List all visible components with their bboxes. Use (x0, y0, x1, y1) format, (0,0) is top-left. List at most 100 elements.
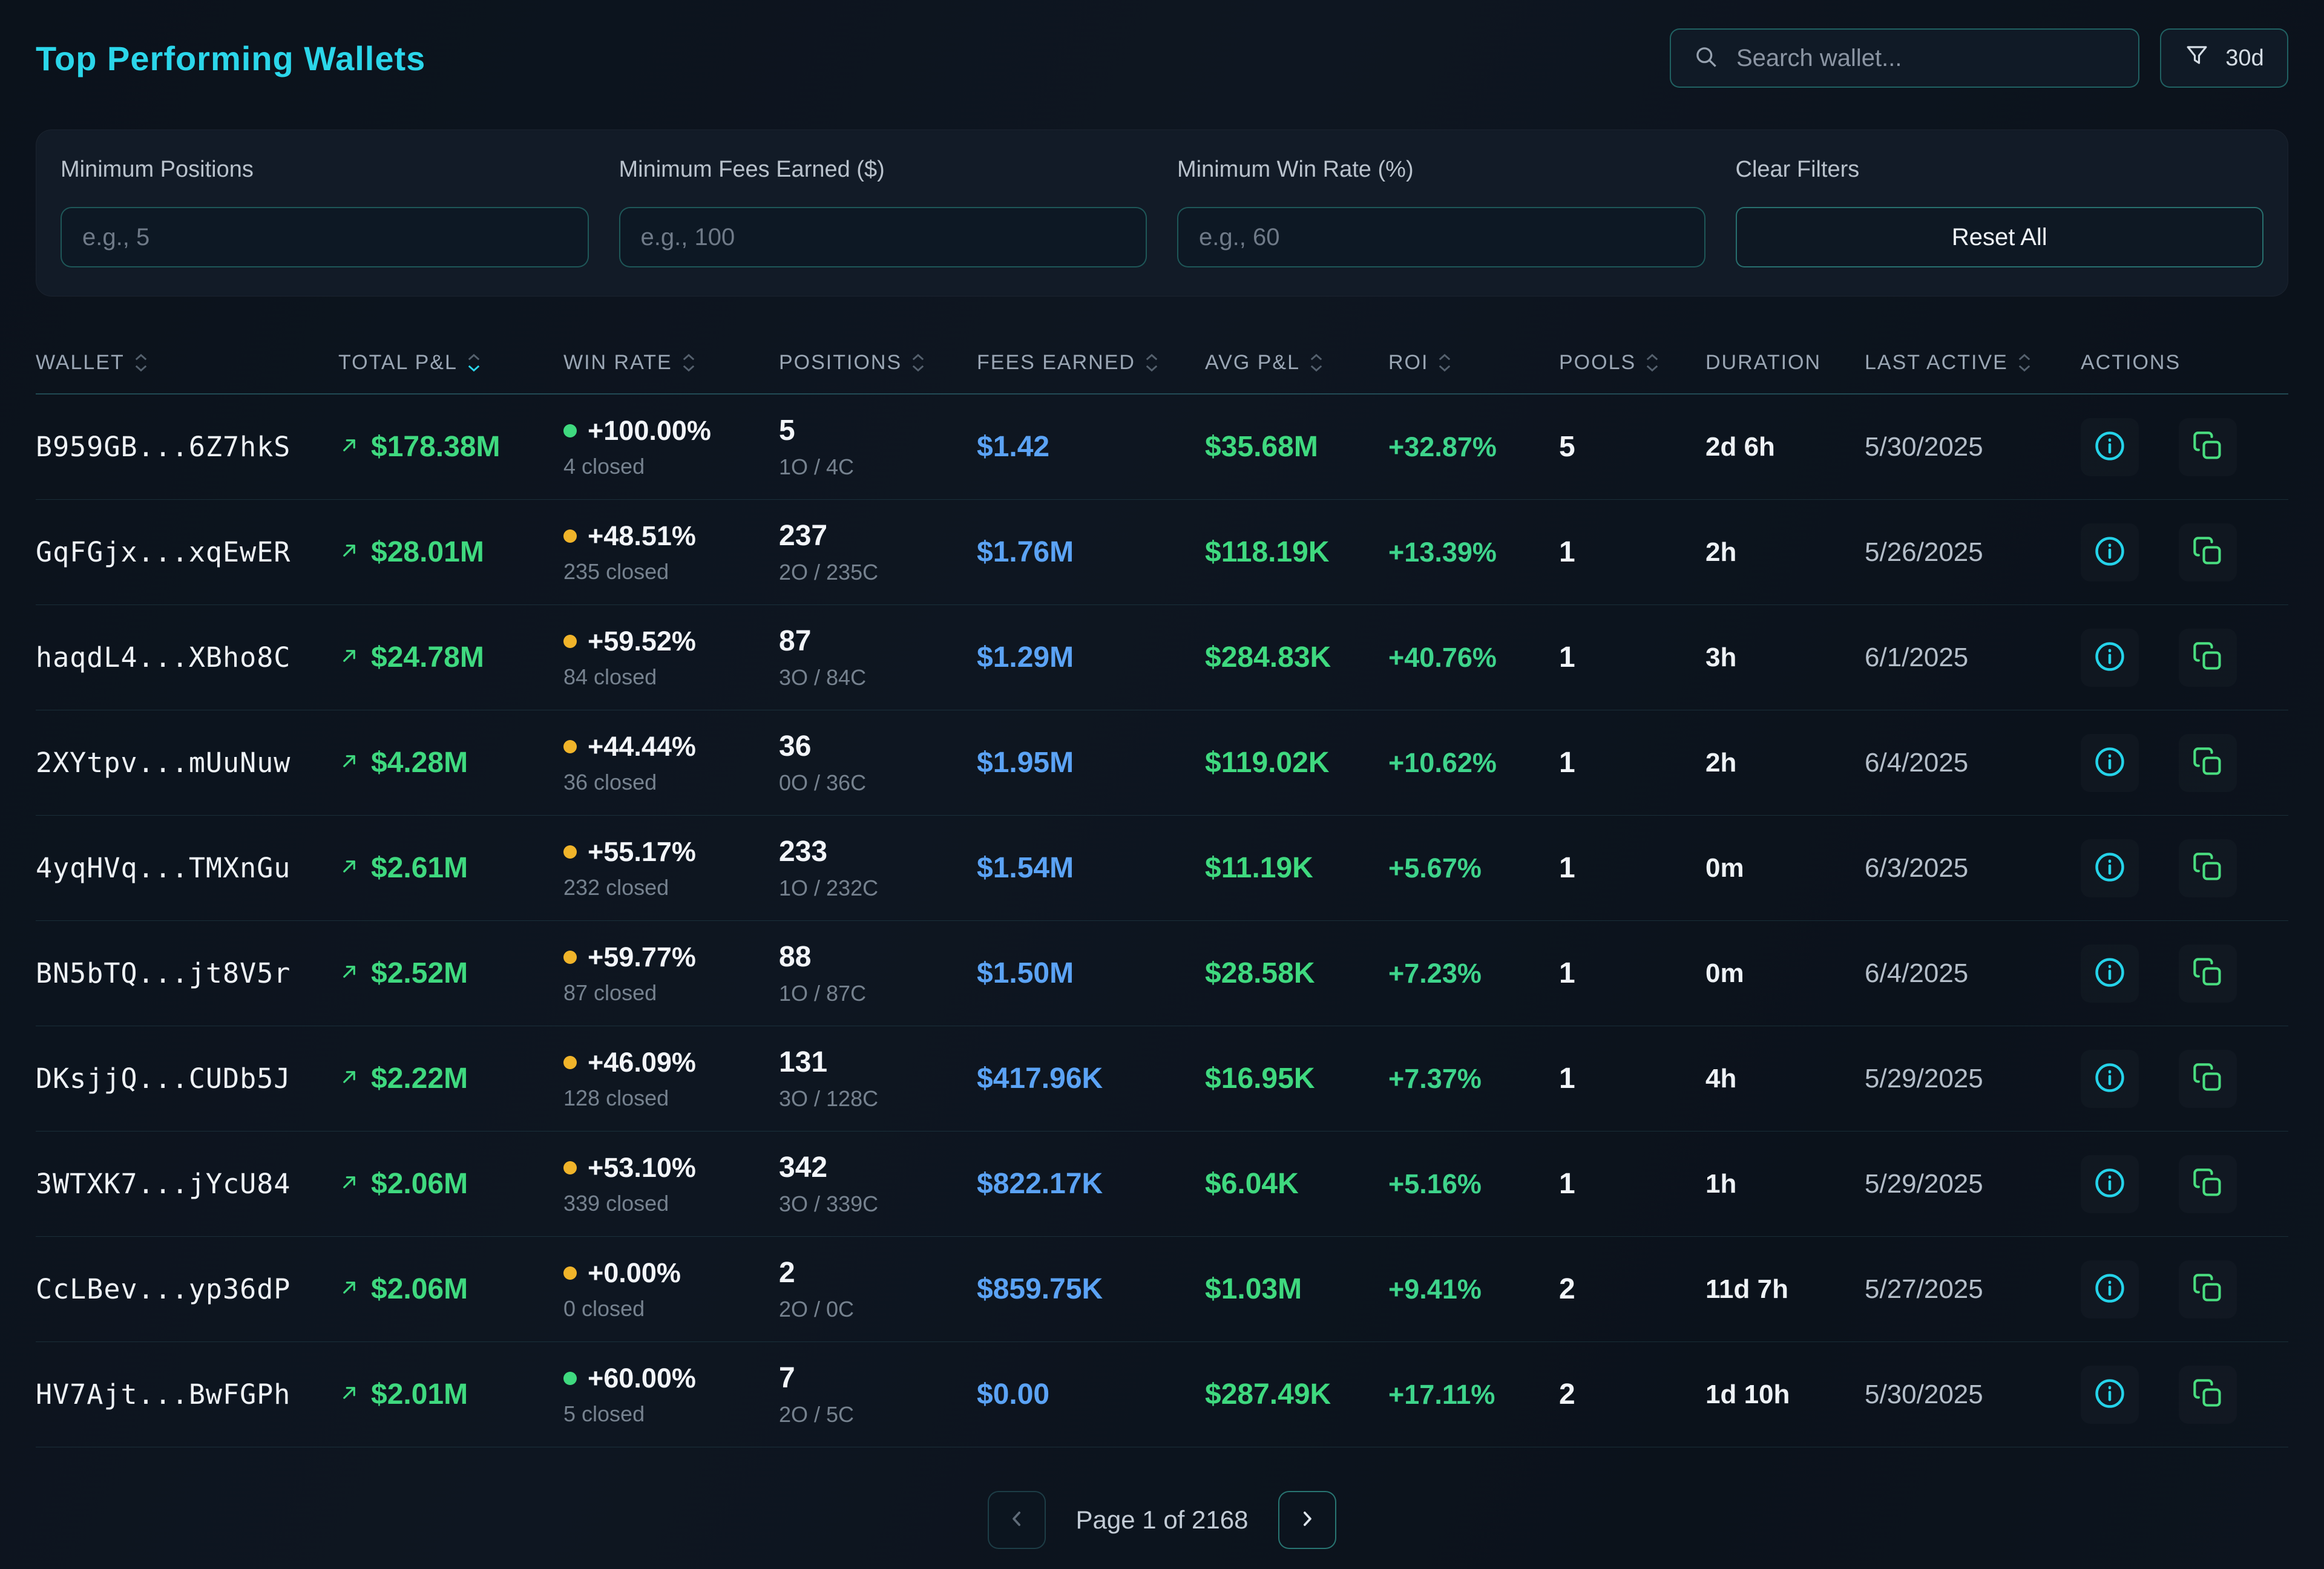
info-button[interactable] (2081, 629, 2139, 687)
column-header[interactable]: ROI (1388, 351, 1559, 375)
topbar: Top Performing Wallets 30d (36, 28, 2288, 88)
info-button[interactable] (2081, 1155, 2139, 1213)
sort-arrows[interactable] (1310, 353, 1323, 372)
copy-button[interactable] (2179, 418, 2237, 476)
table-row[interactable]: CcLBev...yp36dP $2.06M +0.00% (36, 1237, 2288, 1342)
last-active-date: 5/30/2025 (1865, 1380, 2081, 1410)
wallet-address[interactable]: CcLBev...yp36dP (36, 1273, 338, 1305)
copy-button[interactable] (2179, 1155, 2237, 1213)
table-body: B959GB...6Z7hkS $178.38M +100.00% (36, 395, 2288, 1447)
wallet-address[interactable]: 4yqHVq...TMXnGu (36, 852, 338, 884)
total-pnl-cell: $2.01M (338, 1378, 563, 1411)
copy-button[interactable] (2179, 523, 2237, 581)
win-rate-value: +44.44% (588, 731, 696, 762)
column-header[interactable]: ACTIONS (2081, 351, 2288, 375)
column-header[interactable]: WALLET (36, 351, 338, 375)
table-row[interactable]: 2XYtpv...mUuNuw $4.28M +44.44% (36, 710, 2288, 816)
column-header-label: POSITIONS (779, 351, 902, 375)
column-header[interactable]: LAST ACTIVE (1865, 351, 2081, 375)
wallet-address[interactable]: DKsjjQ...CUDb5J (36, 1063, 338, 1095)
positions-cell: 131 3O / 128C (779, 1046, 977, 1112)
info-button[interactable] (2081, 1050, 2139, 1108)
positions-count: 131 (779, 1046, 977, 1079)
copy-button[interactable] (2179, 839, 2237, 897)
column-header[interactable]: POOLS (1559, 351, 1705, 375)
table-row[interactable]: B959GB...6Z7hkS $178.38M +100.00% (36, 395, 2288, 500)
sort-arrows[interactable] (467, 353, 481, 372)
sort-desc-icon (1310, 364, 1323, 372)
sort-arrows[interactable] (682, 353, 695, 372)
copy-button[interactable] (2179, 1050, 2237, 1108)
table-row[interactable]: 4yqHVq...TMXnGu $2.61M +55.17% (36, 816, 2288, 921)
wallet-address[interactable]: B959GB...6Z7hkS (36, 431, 338, 463)
win-rate-value: +48.51% (588, 520, 696, 552)
wallet-address[interactable]: BN5bTQ...jt8V5r (36, 957, 338, 989)
win-rate-cell: +55.17% 232 closed (563, 836, 779, 900)
min-fees-input[interactable] (619, 207, 1147, 267)
sort-asc-icon (682, 353, 695, 361)
column-header[interactable]: FEES EARNED (977, 351, 1205, 375)
wallet-address[interactable]: haqdL4...XBho8C (36, 641, 338, 673)
trend-up-icon (338, 1171, 360, 1196)
reset-all-button[interactable]: Reset All (1736, 207, 2264, 267)
search-box[interactable] (1670, 28, 2139, 88)
sort-arrows[interactable] (2018, 353, 2031, 372)
info-button[interactable] (2081, 945, 2139, 1003)
column-header[interactable]: WIN RATE (563, 351, 779, 375)
sort-asc-icon (1646, 353, 1659, 361)
min-winrate-input[interactable] (1177, 207, 1705, 267)
info-icon (2093, 429, 2127, 465)
table-row[interactable]: GqFGjx...xqEwER $28.01M +48.51% (36, 500, 2288, 605)
trend-up-icon (338, 1277, 360, 1302)
win-rate-cell: +0.00% 0 closed (563, 1257, 779, 1322)
win-rate-cell: +48.51% 235 closed (563, 520, 779, 585)
column-header[interactable]: DURATION (1705, 351, 1865, 375)
next-page-button[interactable] (1278, 1491, 1336, 1549)
column-header[interactable]: POSITIONS (779, 351, 977, 375)
win-rate-status-dot (563, 1056, 577, 1069)
info-button[interactable] (2081, 839, 2139, 897)
min-positions-input[interactable] (61, 207, 589, 267)
info-button[interactable] (2081, 523, 2139, 581)
copy-button[interactable] (2179, 734, 2237, 792)
table-row[interactable]: HV7Ajt...BwFGPh $2.01M +60.00% (36, 1342, 2288, 1447)
positions-open-closed: 3O / 84C (779, 665, 977, 690)
wallet-address[interactable]: GqFGjx...xqEwER (36, 536, 338, 568)
last-active-date: 6/4/2025 (1865, 958, 2081, 989)
copy-button[interactable] (2179, 629, 2237, 687)
table-row[interactable]: BN5bTQ...jt8V5r $2.52M +59.77% (36, 921, 2288, 1026)
copy-button[interactable] (2179, 945, 2237, 1003)
column-header[interactable]: AVG P&L (1205, 351, 1388, 375)
table-row[interactable]: DKsjjQ...CUDb5J $2.22M +46.09% (36, 1026, 2288, 1132)
table-row[interactable]: haqdL4...XBho8C $24.78M +59.52% (36, 605, 2288, 710)
search-input[interactable] (1736, 45, 2116, 72)
column-header[interactable]: TOTAL P&L (338, 351, 563, 375)
info-button[interactable] (2081, 1366, 2139, 1424)
copy-button[interactable] (2179, 1366, 2237, 1424)
prev-page-button[interactable] (988, 1491, 1046, 1549)
top-performing-wallets-page: Top Performing Wallets 30d (0, 0, 2324, 1569)
fees-earned-value: $1.95M (977, 746, 1205, 779)
info-button[interactable] (2081, 1260, 2139, 1318)
wallet-address[interactable]: 3WTXK7...jYcU84 (36, 1168, 338, 1200)
time-range-filter-button[interactable]: 30d (2160, 28, 2288, 88)
positions-open-closed: 2O / 5C (779, 1402, 977, 1427)
sort-arrows[interactable] (1145, 353, 1158, 372)
actions-cell (2081, 629, 2288, 687)
table-row[interactable]: 3WTXK7...jYcU84 $2.06M +53.10% (36, 1132, 2288, 1237)
copy-button[interactable] (2179, 1260, 2237, 1318)
wallet-address[interactable]: 2XYtpv...mUuNuw (36, 747, 338, 779)
duration-value: 11d 7h (1705, 1274, 1865, 1305)
sort-arrows[interactable] (1438, 353, 1451, 372)
roi-value: +32.87% (1388, 431, 1559, 463)
positions-open-closed: 2O / 235C (779, 560, 977, 585)
fees-earned-value: $1.54M (977, 851, 1205, 885)
duration-value: 2h (1705, 537, 1865, 568)
info-button[interactable] (2081, 734, 2139, 792)
wallet-address[interactable]: HV7Ajt...BwFGPh (36, 1378, 338, 1410)
avg-pnl-value: $16.95K (1205, 1062, 1388, 1095)
sort-arrows[interactable] (911, 353, 925, 372)
sort-arrows[interactable] (134, 353, 148, 372)
sort-arrows[interactable] (1646, 353, 1659, 372)
info-button[interactable] (2081, 418, 2139, 476)
